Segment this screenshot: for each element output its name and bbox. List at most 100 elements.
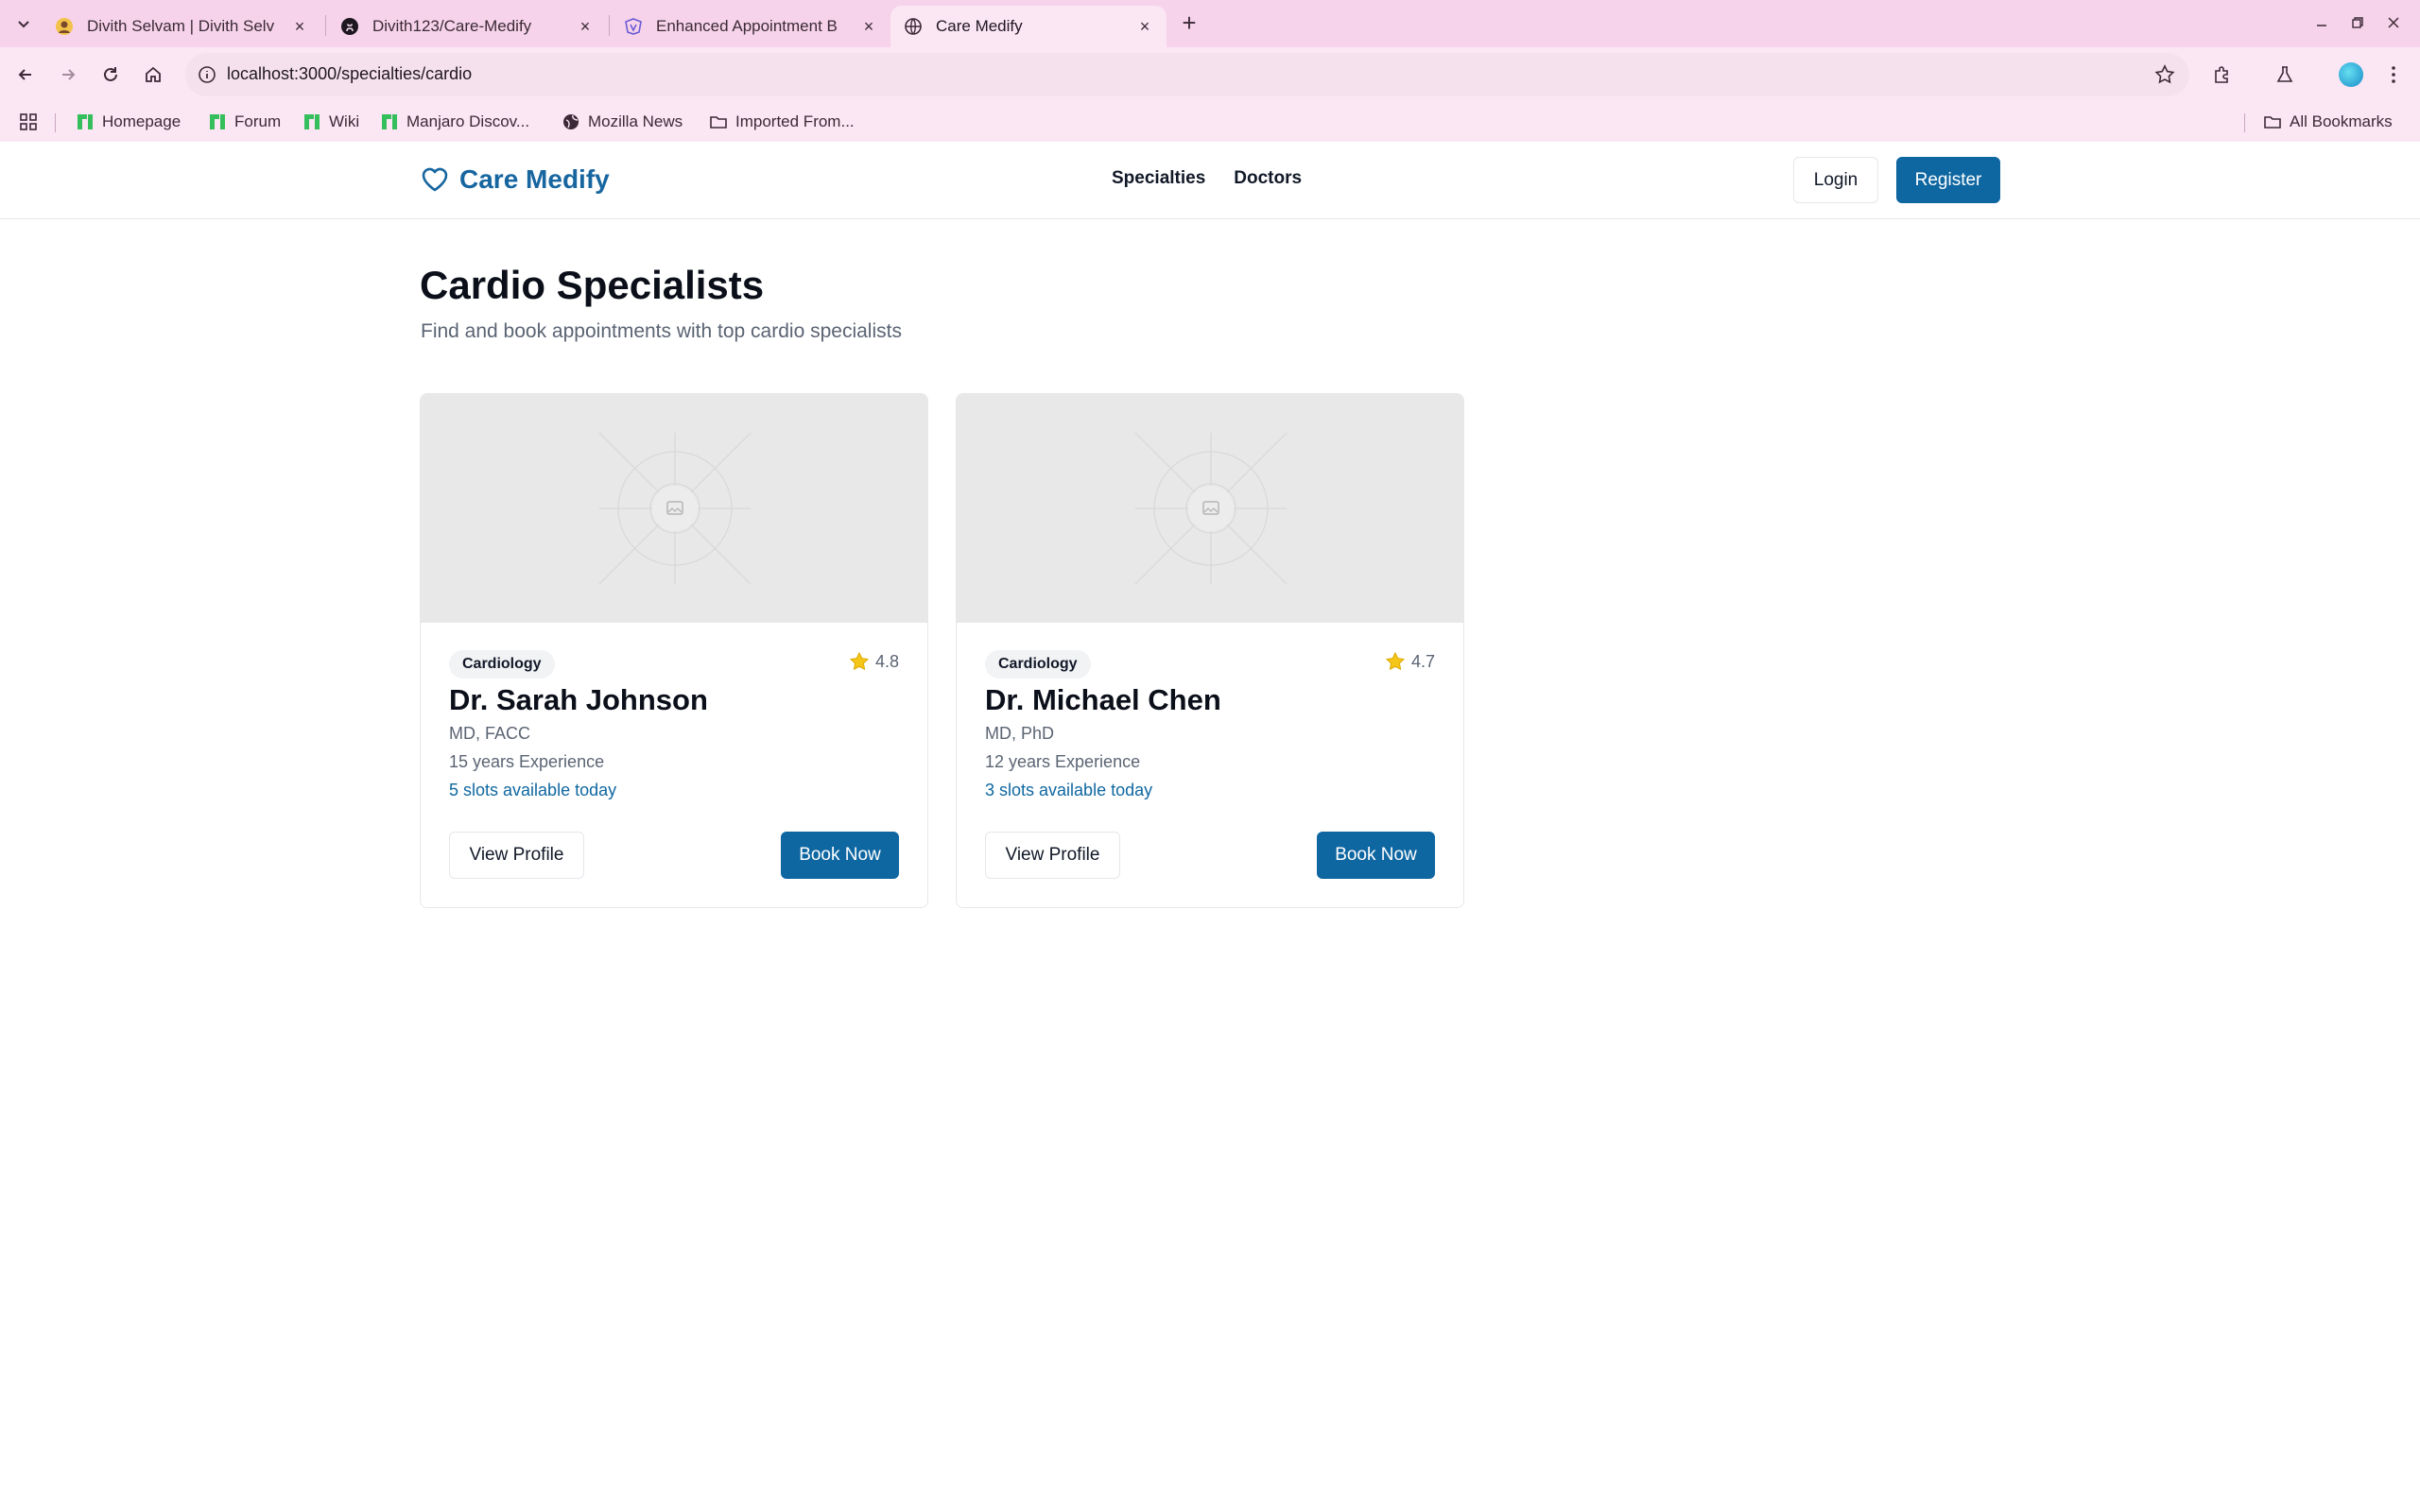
url-text[interactable]: localhost:3000/specialties/cardio [227, 64, 472, 84]
star-icon [849, 651, 870, 671]
nav-doctors[interactable]: Doctors [1234, 168, 1302, 189]
bookmark-label: Imported From... [735, 112, 855, 130]
tab-title: Divith123/Care-Medify [372, 17, 532, 35]
doctor-photo-placeholder [957, 394, 1463, 623]
close-icon[interactable]: × [291, 17, 308, 36]
vite-icon [625, 18, 642, 35]
bookmark-wiki[interactable]: Wiki [302, 111, 359, 133]
menu-button[interactable] [2380, 61, 2407, 88]
tab-divider [325, 15, 326, 36]
register-button[interactable]: Register [1896, 157, 2000, 203]
new-tab-button[interactable]: + [1176, 9, 1202, 36]
extensions-button[interactable] [2209, 61, 2236, 88]
slots-available: 3 slots available today [985, 781, 1153, 799]
address-bar[interactable]: localhost:3000/specialties/cardio [185, 53, 2189, 96]
book-now-button[interactable]: Book Now [781, 832, 899, 879]
specialty-badge: Cardiology [985, 650, 1091, 679]
all-bookmarks-label: All Bookmarks [2290, 112, 2393, 130]
doctor-name: Dr. Sarah Johnson [449, 683, 708, 716]
bookmark-label: Forum [234, 112, 282, 130]
tab-title: Care Medify [936, 17, 1023, 35]
brand-logo[interactable]: Care Medify [420, 164, 610, 195]
manjaro-icon [304, 114, 320, 129]
doctor-name: Dr. Michael Chen [985, 683, 1221, 716]
login-button[interactable]: Login [1793, 157, 1878, 203]
doctor-rating: 4.7 [1385, 651, 1435, 672]
bookmark-label: Manjaro Discov... [406, 112, 530, 130]
tab-strip: Divith Selvam | Divith Selv × Divith123/… [0, 0, 2420, 47]
bookmark-imported-from[interactable]: Imported From... [709, 111, 855, 133]
tab-title: Enhanced Appointment B [656, 17, 838, 35]
bookmark-label: Wiki [329, 112, 360, 130]
folder-icon [710, 116, 727, 129]
github-icon [341, 18, 358, 35]
doctor-photo-placeholder [421, 394, 927, 623]
browser-chrome: Divith Selvam | Divith Selv × Divith123/… [0, 0, 2420, 142]
main-nav: Specialties Doctors [1112, 168, 1302, 189]
site-info-icon[interactable] [197, 64, 217, 85]
bookmark-manjaro-discover[interactable]: Manjaro Discov... [380, 111, 529, 133]
bookmark-homepage[interactable]: Homepage [76, 111, 181, 133]
image-placeholder-icon [598, 432, 752, 585]
reload-button[interactable] [97, 61, 124, 88]
window-close-icon[interactable] [2382, 11, 2405, 34]
tab-enhanced-appointment[interactable]: Enhanced Appointment B × [611, 6, 890, 47]
portfolio-favicon-icon [56, 18, 73, 35]
tab-divider [609, 15, 610, 36]
tab-search-button[interactable] [11, 11, 36, 36]
specialty-badge: Cardiology [449, 650, 555, 679]
flask-icon [2276, 66, 2293, 82]
home-button[interactable] [140, 61, 166, 88]
heart-icon [422, 167, 448, 192]
globe-icon [563, 114, 579, 129]
bookmark-star-icon[interactable] [2153, 63, 2176, 86]
close-icon[interactable]: × [577, 17, 594, 36]
chevron-down-icon [18, 21, 29, 28]
site-header: Care Medify Specialties Doctors Login Re… [0, 142, 2420, 219]
view-profile-button[interactable]: View Profile [449, 832, 584, 879]
close-icon[interactable]: × [860, 17, 877, 36]
bookmark-label: Homepage [102, 112, 182, 130]
minimize-icon[interactable] [2310, 11, 2333, 34]
manjaro-icon [382, 114, 397, 129]
image-placeholder-icon [1134, 432, 1288, 585]
rating-value: 4.8 [874, 651, 899, 671]
doctor-card: Cardiology 4.7 Dr. Michael Chen MD, PhD … [956, 393, 1464, 908]
book-now-button[interactable]: Book Now [1317, 832, 1435, 879]
nav-specialties[interactable]: Specialties [1112, 168, 1205, 189]
doctor-rating: 4.8 [849, 651, 899, 672]
star-icon [1385, 651, 1406, 671]
puzzle-icon [2215, 66, 2228, 83]
bookmark-mozilla-news[interactable]: Mozilla News [562, 111, 683, 133]
labs-button[interactable] [2272, 61, 2298, 88]
bookmarks-bar: Homepage Forum Wiki Manjaro Discov... Mo… [0, 102, 2420, 142]
tab-github-repo[interactable]: Divith123/Care-Medify × [327, 6, 607, 47]
home-icon [146, 66, 161, 82]
restore-icon[interactable] [2346, 11, 2369, 34]
all-bookmarks-button[interactable]: All Bookmarks [2263, 111, 2393, 133]
tab-care-medify[interactable]: Care Medify × [890, 6, 1167, 47]
doctor-experience: 15 years Experience [449, 752, 605, 771]
arrow-right-icon [62, 69, 76, 80]
kebab-menu-icon [2392, 66, 2395, 83]
profile-avatar[interactable] [2339, 62, 2363, 87]
doctor-card: Cardiology 4.8 Dr. Sarah Johnson MD, FAC… [420, 393, 928, 908]
brand-name: Care Medify [459, 164, 610, 194]
apps-grid-icon [20, 113, 37, 130]
tab-divith-portfolio[interactable]: Divith Selvam | Divith Selv × [42, 6, 321, 47]
rating-value: 4.7 [1410, 651, 1435, 671]
slots-available: 5 slots available today [449, 781, 617, 799]
manjaro-icon [210, 114, 225, 129]
view-profile-button[interactable]: View Profile [985, 832, 1120, 879]
apps-button[interactable] [19, 111, 38, 133]
close-icon[interactable]: × [1136, 17, 1153, 36]
doctor-credentials: MD, FACC [449, 724, 531, 743]
forward-button[interactable] [55, 61, 81, 88]
browser-toolbar: localhost:3000/specialties/cardio [0, 47, 2420, 102]
page-subtitle: Find and book appointments with top card… [421, 320, 902, 342]
globe-icon [905, 18, 922, 35]
tab-title: Divith Selvam | Divith Selv [87, 17, 275, 35]
bookmark-forum[interactable]: Forum [208, 111, 281, 133]
back-button[interactable] [12, 61, 39, 88]
doctor-credentials: MD, PhD [985, 724, 1055, 743]
